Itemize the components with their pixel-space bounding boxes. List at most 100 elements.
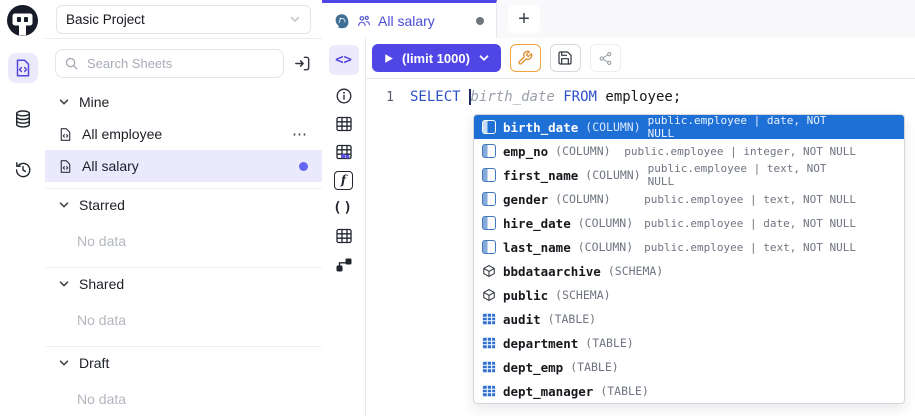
save-button[interactable] bbox=[550, 44, 581, 72]
tab-label: All salary bbox=[378, 13, 435, 29]
section-label: Starred bbox=[79, 197, 125, 213]
search-sheets-input[interactable] bbox=[85, 55, 275, 72]
share-button[interactable] bbox=[590, 44, 621, 72]
sheets-tree: Mine All employee ⋯ All salary bbox=[45, 84, 322, 416]
section-header-draft[interactable]: Draft bbox=[45, 347, 322, 379]
data-nav-button[interactable] bbox=[8, 104, 38, 134]
wrench-icon bbox=[517, 50, 533, 66]
parentheses-icon: () bbox=[333, 200, 354, 216]
column-icon bbox=[482, 144, 496, 158]
sheet-item-all-employee[interactable]: All employee ⋯ bbox=[45, 118, 322, 150]
column-icon bbox=[482, 216, 496, 230]
sql-keyword-select: SELECT bbox=[410, 89, 469, 105]
table-grid-icon bbox=[335, 115, 353, 133]
chevron-down-icon bbox=[58, 96, 70, 108]
shared-users-icon bbox=[357, 14, 371, 28]
project-selector-value: Basic Project bbox=[66, 12, 289, 27]
tab-all-salary[interactable]: All salary bbox=[322, 0, 497, 38]
autocomplete-item[interactable]: dept_emp (TABLE) bbox=[474, 355, 904, 379]
sheet-icon bbox=[58, 127, 73, 142]
column-icon bbox=[482, 120, 496, 134]
share-icon bbox=[598, 51, 613, 66]
collapse-sidebar-icon[interactable] bbox=[293, 54, 312, 73]
schema-flow-tool-button[interactable] bbox=[329, 250, 359, 278]
sheet-item-all-salary[interactable]: All salary bbox=[45, 150, 322, 182]
autocomplete-item[interactable]: first_name (COLUMN) public.employee | te… bbox=[474, 163, 904, 187]
schema-cube-icon bbox=[482, 288, 496, 302]
section-shared: Shared No data bbox=[45, 268, 322, 347]
ai-table-tool-button[interactable] bbox=[329, 138, 359, 166]
table-grid-icon bbox=[335, 227, 353, 245]
section-label: Mine bbox=[79, 94, 109, 110]
search-row bbox=[45, 39, 322, 84]
empty-placeholder: No data bbox=[45, 379, 322, 416]
sheet-icon bbox=[58, 159, 73, 174]
app-logo-icon[interactable] bbox=[4, 3, 41, 40]
function-tool-button[interactable]: f bbox=[329, 166, 359, 194]
section-label: Draft bbox=[79, 355, 109, 371]
section-header-shared[interactable]: Shared bbox=[45, 268, 322, 300]
chevron-down-icon[interactable] bbox=[478, 52, 490, 64]
column-icon bbox=[482, 168, 496, 182]
autocomplete-item[interactable]: emp_no (COLUMN) public.employee | intege… bbox=[474, 139, 904, 163]
autocomplete-item[interactable]: hire_date (COLUMN) public.employee | dat… bbox=[474, 211, 904, 235]
history-clock-icon bbox=[13, 160, 33, 180]
section-draft: Draft No data bbox=[45, 347, 322, 416]
autocomplete-item[interactable]: dept_manager (TABLE) bbox=[474, 379, 904, 403]
autocomplete-item[interactable]: gender (COLUMN) public.employee | text, … bbox=[474, 187, 904, 211]
postgresql-icon bbox=[334, 13, 350, 29]
autocomplete-item[interactable]: audit (TABLE) bbox=[474, 307, 904, 331]
line-number: 1 bbox=[366, 90, 394, 105]
empty-placeholder: No data bbox=[45, 221, 322, 261]
table-icon bbox=[482, 336, 496, 350]
database-icon bbox=[13, 109, 33, 129]
column-icon bbox=[482, 192, 496, 206]
autocomplete-item[interactable]: department (TABLE) bbox=[474, 331, 904, 355]
query-settings-button[interactable] bbox=[510, 44, 541, 72]
results-table-tool-button[interactable] bbox=[329, 222, 359, 250]
tool-rail: <> f () bbox=[322, 38, 366, 416]
sql-workbench-app: Basic Project M bbox=[0, 0, 915, 416]
sheet-item-label: All salary bbox=[82, 158, 139, 174]
ghost-suggestion: birth_date bbox=[471, 89, 555, 105]
autocomplete-item[interactable]: birth_date (COLUMN) public.employee | da… bbox=[474, 115, 904, 139]
chevron-down-icon bbox=[289, 13, 301, 25]
autocomplete-item[interactable]: public (SCHEMA) bbox=[474, 283, 904, 307]
play-icon bbox=[383, 53, 394, 64]
schema-cube-icon bbox=[482, 264, 496, 278]
sheets-nav-button[interactable] bbox=[8, 53, 38, 83]
autocomplete-popup: birth_date (COLUMN) public.employee | da… bbox=[473, 114, 905, 404]
search-icon bbox=[64, 56, 79, 71]
run-limit-label: (limit 1000) bbox=[402, 51, 470, 66]
tab-strip: All salary + bbox=[322, 0, 915, 39]
empty-placeholder: No data bbox=[45, 300, 322, 340]
section-label: Shared bbox=[79, 276, 124, 292]
search-box[interactable] bbox=[55, 49, 284, 78]
plus-icon: + bbox=[518, 9, 530, 29]
new-tab-button[interactable]: + bbox=[508, 5, 540, 33]
table-tool-button[interactable] bbox=[329, 110, 359, 138]
sql-table-ref: employee; bbox=[605, 89, 681, 105]
code-sheet-icon bbox=[13, 58, 33, 78]
info-tool-button[interactable] bbox=[329, 82, 359, 110]
autocomplete-item[interactable]: bbdataarchive (SCHEMA) bbox=[474, 259, 904, 283]
sheets-sidebar: Basic Project M bbox=[45, 0, 323, 416]
section-header-mine[interactable]: Mine bbox=[45, 86, 322, 118]
autocomplete-item[interactable]: last_name (COLUMN) public.employee | tex… bbox=[474, 235, 904, 259]
more-menu-icon[interactable]: ⋯ bbox=[292, 127, 308, 142]
history-nav-button[interactable] bbox=[8, 155, 38, 185]
sheet-item-label: All employee bbox=[82, 126, 162, 142]
parameters-tool-button[interactable]: () bbox=[329, 194, 359, 222]
section-mine: Mine All employee ⋯ All salary bbox=[45, 86, 322, 189]
chevron-down-icon bbox=[58, 199, 70, 211]
code-line-1: 1SELECT birth_date FROM employee; bbox=[366, 79, 915, 105]
save-icon bbox=[557, 50, 573, 66]
project-selector[interactable]: Basic Project bbox=[56, 5, 311, 34]
table-icon bbox=[482, 312, 496, 326]
section-header-starred[interactable]: Starred bbox=[45, 189, 322, 221]
left-rail bbox=[0, 0, 46, 416]
run-query-button[interactable]: (limit 1000) bbox=[372, 44, 501, 72]
section-starred: Starred No data bbox=[45, 189, 322, 268]
query-editor-tool-button[interactable]: <> bbox=[329, 45, 359, 75]
table-icon bbox=[482, 360, 496, 374]
